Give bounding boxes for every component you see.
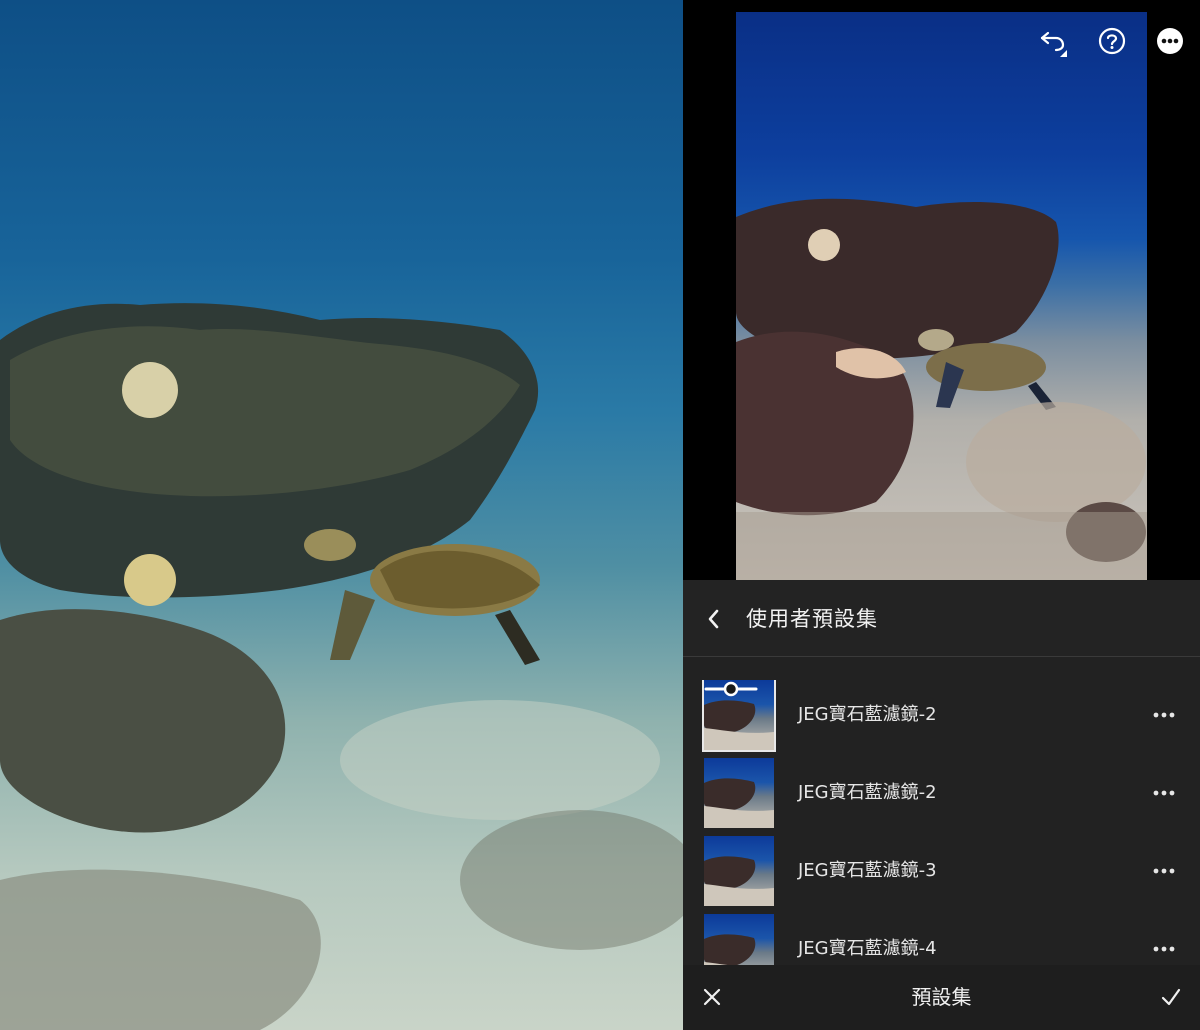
adjust-slider-icon <box>704 681 758 697</box>
underwater-scene-image <box>0 303 683 1030</box>
preset-thumbnail <box>704 914 774 965</box>
preset-name: JEG寶石藍濾鏡-3 <box>798 860 937 881</box>
preset-sheet: 使用者預設集 JEG寶石藍濾鏡-2 JEG寶石藍濾鏡-2 JEG寶石藍濾鏡-3 … <box>683 580 1200 1030</box>
top-toolbar <box>683 24 1200 60</box>
app-root: 使用者預設集 JEG寶石藍濾鏡-2 JEG寶石藍濾鏡-2 JEG寶石藍濾鏡-3 … <box>0 0 1200 1030</box>
preset-item[interactable]: JEG寶石藍濾鏡-2 <box>683 680 1200 752</box>
preset-item[interactable]: JEG寶石藍濾鏡-2 <box>683 758 1200 830</box>
sheet-header: 使用者預設集 <box>683 580 1200 657</box>
preset-thumbnail <box>704 836 774 906</box>
preset-more-icon[interactable] <box>1149 780 1179 806</box>
help-icon[interactable] <box>1095 24 1129 58</box>
preset-name: JEG寶石藍濾鏡-2 <box>798 704 937 725</box>
bottom-title: 預設集 <box>911 985 972 1009</box>
preset-name: JEG寶石藍濾鏡-4 <box>798 938 937 959</box>
preset-item[interactable]: JEG寶石藍濾鏡-3 <box>683 836 1200 908</box>
more-options-icon[interactable] <box>1153 24 1187 58</box>
preset-name: JEG寶石藍濾鏡-2 <box>798 782 937 803</box>
preset-more-icon[interactable] <box>1149 858 1179 884</box>
checkmark-icon[interactable] <box>1153 979 1189 1015</box>
bottom-action-bar: 預設集 <box>683 965 1200 1030</box>
preset-list: JEG寶石藍濾鏡-2 JEG寶石藍濾鏡-2 JEG寶石藍濾鏡-3 JEG寶石藍濾… <box>683 680 1200 965</box>
undo-icon[interactable] <box>1036 24 1070 58</box>
preset-thumbnail <box>702 680 776 752</box>
chevron-left-icon[interactable] <box>697 602 731 636</box>
preset-more-icon[interactable] <box>1149 702 1179 728</box>
preset-thumbnail <box>704 758 774 828</box>
preset-more-icon[interactable] <box>1149 936 1179 962</box>
sheet-title: 使用者預設集 <box>746 607 878 631</box>
preset-item[interactable]: JEG寶石藍濾鏡-4 <box>683 914 1200 965</box>
photo-preview[interactable] <box>736 12 1147 580</box>
preview-image <box>736 198 1147 580</box>
original-photo <box>0 0 683 1030</box>
preset-editor-panel: 使用者預設集 JEG寶石藍濾鏡-2 JEG寶石藍濾鏡-2 JEG寶石藍濾鏡-3 … <box>683 0 1200 1030</box>
